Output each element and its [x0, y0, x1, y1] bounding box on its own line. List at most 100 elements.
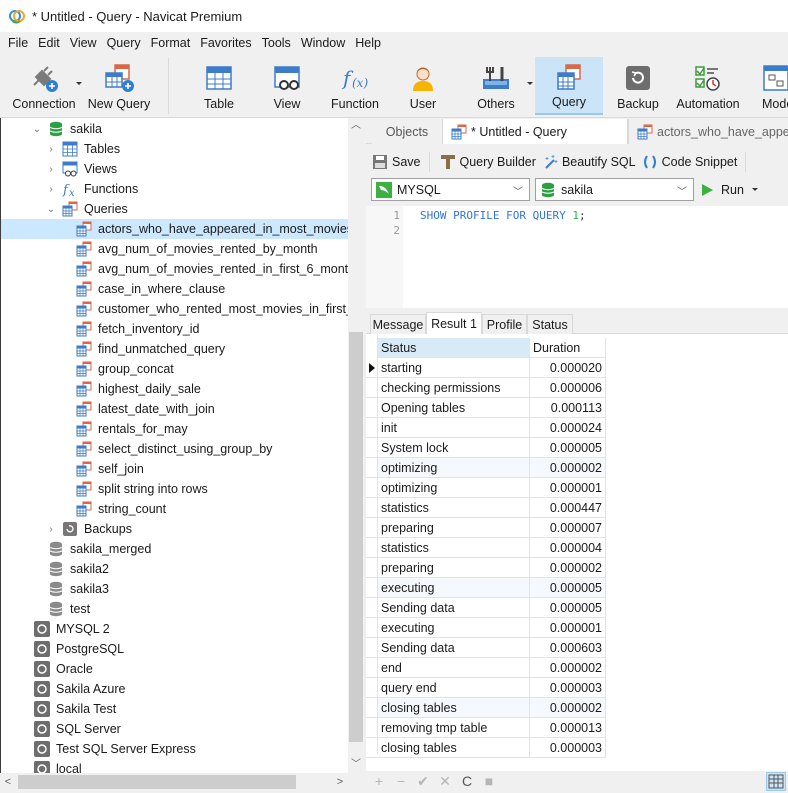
tree-query-item[interactable]: avg_num_of_movies_rented_by_month — [1, 239, 348, 259]
cell-duration[interactable]: 0.000603 — [530, 638, 606, 658]
backup-button[interactable]: Backup — [611, 57, 665, 115]
menu-edit[interactable]: Edit — [33, 32, 65, 54]
others-button[interactable]: Others — [466, 57, 526, 115]
tree-query-item[interactable]: string_count — [1, 499, 348, 519]
cell-duration[interactable]: 0.000003 — [530, 678, 606, 698]
table-row[interactable]: executing 0.000001 — [378, 618, 606, 638]
code-snippet-button[interactable]: Code Snippet — [642, 154, 737, 170]
table-row[interactable]: Sending data 0.000603 — [378, 638, 606, 658]
table-row[interactable]: statistics 0.000004 — [378, 538, 606, 558]
connection-dropdown-icon[interactable] — [76, 82, 82, 85]
table-row[interactable]: optimizing 0.000002 — [378, 458, 606, 478]
cell-duration[interactable]: 0.000002 — [530, 698, 606, 718]
table-row[interactable]: preparing 0.000007 — [378, 518, 606, 538]
automation-button[interactable]: Automation — [672, 57, 744, 115]
tree-query-item[interactable]: customer_who_rented_most_movies_in_first… — [1, 299, 348, 319]
others-dropdown-icon[interactable] — [527, 82, 533, 85]
menu-help[interactable]: Help — [350, 32, 386, 54]
connection-button[interactable]: Connection — [6, 57, 82, 115]
tree-connection-item[interactable]: Oracle — [1, 659, 348, 679]
cell-duration[interactable]: 0.000447 — [530, 498, 606, 518]
tree-group-backups[interactable]: › Backups — [1, 519, 348, 539]
cell-status[interactable]: statistics — [378, 498, 530, 518]
menu-window[interactable]: Window — [296, 32, 350, 54]
table-row[interactable]: init 0.000024 — [378, 418, 606, 438]
cell-duration[interactable]: 0.000005 — [530, 598, 606, 618]
menu-format[interactable]: Format — [146, 32, 196, 54]
tree-vertical-scrollbar[interactable]: ︿ ﹀ — [348, 118, 364, 773]
database-select[interactable]: sakila ﹀ — [535, 178, 694, 201]
tab-profile[interactable]: Profile — [482, 314, 527, 334]
menu-tools[interactable]: Tools — [257, 32, 296, 54]
tab-status[interactable]: Status — [527, 314, 573, 334]
menu-query[interactable]: Query — [102, 32, 146, 54]
refresh-button[interactable]: C — [456, 773, 478, 789]
chevron-right-icon[interactable]: › — [46, 524, 56, 535]
cell-duration[interactable]: 0.000001 — [530, 478, 606, 498]
scrollbar-thumb[interactable] — [349, 332, 363, 742]
tab-actors-query[interactable]: actors_who_have_appeared_in_most_movies — [628, 119, 788, 144]
view-button[interactable]: View — [258, 57, 316, 115]
column-header-duration[interactable]: Duration — [530, 338, 606, 358]
scroll-left-arrow-icon[interactable]: < — [0, 773, 16, 791]
tree-query-item[interactable]: group_concat — [1, 359, 348, 379]
cell-duration[interactable]: 0.000020 — [530, 358, 606, 378]
table-row[interactable]: checking permissions 0.000006 — [378, 378, 606, 398]
scroll-up-arrow-icon[interactable]: ︿ — [348, 118, 364, 134]
cell-duration[interactable]: 0.000005 — [530, 438, 606, 458]
table-row[interactable]: preparing 0.000002 — [378, 558, 606, 578]
chevron-down-icon[interactable]: ⌄ — [32, 124, 42, 135]
tree-query-item[interactable]: select_distinct_using_group_by — [1, 439, 348, 459]
tree-query-item[interactable]: case_in_where_clause — [1, 279, 348, 299]
tree-group-tables[interactable]: › Tables — [1, 139, 348, 159]
cell-status[interactable]: starting — [378, 358, 530, 378]
table-row[interactable]: optimizing 0.000001 — [378, 478, 606, 498]
cell-status[interactable]: preparing — [378, 518, 530, 538]
menu-favorites[interactable]: Favorites — [195, 32, 256, 54]
table-row[interactable]: Opening tables 0.000113 — [378, 398, 606, 418]
apply-changes-button[interactable]: ✔ — [412, 773, 434, 790]
tab-result-1[interactable]: Result 1 — [426, 312, 482, 334]
tree-database-item[interactable]: sakila3 — [1, 579, 348, 599]
tab-objects[interactable]: Objects — [372, 119, 442, 144]
tree-group-queries[interactable]: ⌄ Queries — [1, 199, 348, 219]
tree-database-item[interactable]: sakila_merged — [1, 539, 348, 559]
tree-connection-item[interactable]: SQL Server — [1, 719, 348, 739]
tree-query-item[interactable]: self_join — [1, 459, 348, 479]
query-button[interactable]: Query — [535, 57, 603, 115]
cell-duration[interactable]: 0.000024 — [530, 418, 606, 438]
stop-button[interactable]: ■ — [478, 773, 500, 789]
cell-duration[interactable]: 0.000004 — [530, 538, 606, 558]
chevron-down-icon[interactable]: ⌄ — [46, 204, 56, 215]
cell-status[interactable]: optimizing — [378, 458, 530, 478]
cell-status[interactable]: checking permissions — [378, 378, 530, 398]
cell-duration[interactable]: 0.000113 — [530, 398, 606, 418]
cell-status[interactable]: executing — [378, 618, 530, 638]
scrollbar-thumb[interactable] — [18, 775, 296, 789]
chevron-right-icon[interactable]: › — [46, 184, 56, 195]
table-row[interactable]: starting 0.000020 — [378, 358, 606, 378]
tree-database-sakila[interactable]: ⌄ sakila — [1, 119, 348, 139]
menu-file[interactable]: File — [3, 32, 33, 54]
run-button[interactable]: Run — [702, 178, 758, 201]
tree-connection-item[interactable]: Sakila Azure — [1, 679, 348, 699]
tree-database-item[interactable]: sakila2 — [1, 559, 348, 579]
tree-query-item[interactable]: split string into rows — [1, 479, 348, 499]
cell-status[interactable]: query end — [378, 678, 530, 698]
table-row[interactable]: Sending data 0.000005 — [378, 598, 606, 618]
tree-group-views[interactable]: › Views — [1, 159, 348, 179]
table-row[interactable]: removing tmp table 0.000013 — [378, 718, 606, 738]
delete-record-button[interactable]: − — [390, 773, 412, 789]
tree-query-item[interactable]: latest_date_with_join — [1, 399, 348, 419]
menu-view[interactable]: View — [65, 32, 102, 54]
scroll-right-arrow-icon[interactable]: > — [332, 773, 348, 791]
tree-horizontal-scrollbar[interactable]: < > — [0, 773, 348, 791]
chevron-right-icon[interactable]: › — [46, 164, 56, 175]
tree-query-item[interactable]: actors_who_have_appeared_in_most_movies — [1, 219, 348, 239]
table-row[interactable]: closing tables 0.000002 — [378, 698, 606, 718]
cell-status[interactable]: removing tmp table — [378, 718, 530, 738]
tab-untitled-query[interactable]: * Untitled - Query — [442, 119, 628, 144]
table-row[interactable]: end 0.000002 — [378, 658, 606, 678]
cell-duration[interactable]: 0.000001 — [530, 618, 606, 638]
scroll-down-arrow-icon[interactable]: ﹀ — [348, 757, 364, 773]
